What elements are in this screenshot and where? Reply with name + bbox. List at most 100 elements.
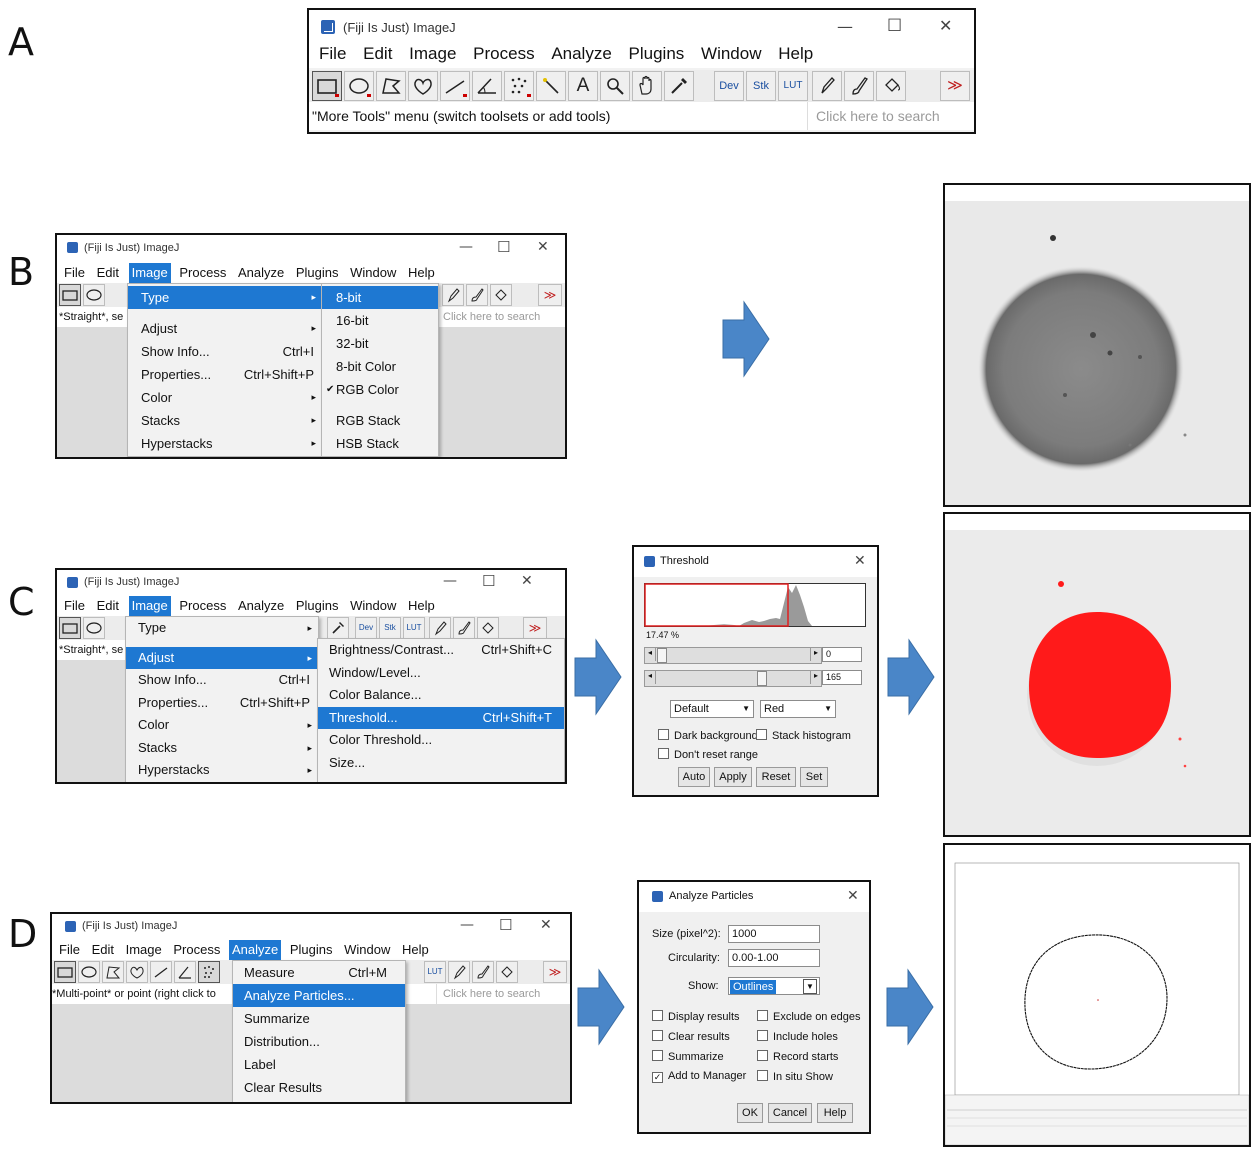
menu-plugins[interactable]: Plugins [629, 44, 685, 64]
image-menu-item-adjust[interactable]: Adjust ▸ [128, 317, 322, 340]
brush-tool-icon[interactable] [466, 284, 488, 306]
image-menu-item-properties[interactable]: Properties... Ctrl+Shift+P [126, 692, 318, 715]
flood-fill-tool-icon[interactable] [477, 617, 499, 639]
minimize-icon[interactable]: — [443, 573, 457, 589]
close-icon[interactable]: ✕ [854, 553, 866, 569]
method-select[interactable]: Default ▼ [670, 700, 754, 718]
rectangle-tool-icon[interactable] [312, 71, 342, 101]
type-submenu-item-rgb-stack[interactable]: RGB Stack [322, 409, 438, 432]
polygon-tool-icon[interactable] [102, 961, 124, 983]
line-tool-icon[interactable] [150, 961, 172, 983]
menu-analyze[interactable]: Analyze [551, 44, 611, 64]
brush-tool-icon[interactable] [472, 961, 494, 983]
pencil-tool-icon[interactable] [448, 961, 470, 983]
stk-menu-button[interactable]: Stk [746, 71, 776, 101]
flood-fill-tool-icon[interactable] [496, 961, 518, 983]
menu-file[interactable]: File [59, 940, 80, 960]
max-threshold-slider[interactable]: ◂ ▸ [644, 670, 822, 687]
text-tool-icon[interactable]: A [568, 71, 598, 101]
set-button[interactable]: Set [800, 767, 828, 787]
menu-edit[interactable]: Edit [97, 596, 119, 616]
menu-window[interactable]: Window [701, 44, 761, 64]
type-submenu-item-8-bit[interactable]: 8-bit [322, 286, 438, 309]
adjust-submenu-item-brightness-contrast[interactable]: Brightness/Contrast... Ctrl+Shift+C [318, 639, 564, 662]
cancel-button[interactable]: Cancel [768, 1103, 812, 1123]
multipoint-tool-icon[interactable] [198, 961, 220, 983]
display-select[interactable]: Red ▼ [760, 700, 836, 718]
menu-window[interactable]: Window [350, 263, 396, 283]
stk-menu-button[interactable]: Stk [379, 617, 401, 639]
menu-image[interactable]: Image [409, 44, 456, 64]
in-situ-show-checkbox[interactable]: In situ Show [757, 1070, 833, 1083]
menu-help[interactable]: Help [778, 44, 813, 64]
max-threshold-input[interactable]: 165 [822, 670, 862, 685]
minimize-icon[interactable]: — [459, 239, 473, 255]
adjust-submenu-item-window-level[interactable]: Window/Level... [318, 662, 564, 685]
add-to-manager-checkbox[interactable]: ✓ Add to Manager [652, 1070, 746, 1083]
help-button[interactable]: Help [817, 1103, 853, 1123]
menu-window[interactable]: Window [350, 596, 396, 616]
type-submenu-item-32-bit[interactable]: 32-bit [322, 332, 438, 355]
polygon-tool-icon[interactable] [376, 71, 406, 101]
adjust-submenu-item-color-balance[interactable]: Color Balance... [318, 684, 564, 707]
lut-menu-button[interactable]: LUT [778, 71, 808, 101]
menu-process[interactable]: Process [473, 44, 534, 64]
image-menu-item-stacks[interactable]: Stacks ▸ [126, 737, 318, 760]
maximize-icon[interactable]: ☐ [499, 916, 512, 934]
menu-process[interactable]: Process [173, 940, 220, 960]
menu-plugins[interactable]: Plugins [290, 940, 333, 960]
oval-tool-icon[interactable] [83, 617, 105, 639]
min-threshold-slider[interactable]: ◂ ▸ [644, 647, 822, 664]
menu-edit[interactable]: Edit [363, 44, 392, 64]
zoom-tool-icon[interactable] [600, 71, 630, 101]
type-submenu-item-8-bit-color[interactable]: 8-bit Color [322, 355, 438, 378]
search-input[interactable]: Click here to search [807, 102, 974, 130]
analyze-menu-item-clear-results[interactable]: Clear Results [233, 1076, 405, 1099]
summarize-checkbox[interactable]: Summarize [652, 1050, 724, 1063]
menu-plugins[interactable]: Plugins [296, 263, 339, 283]
include-holes-checkbox[interactable]: Include holes [757, 1030, 838, 1043]
menu-process[interactable]: Process [179, 263, 226, 283]
menu-image[interactable]: Image [126, 940, 162, 960]
minimize-icon[interactable]: — [460, 917, 474, 933]
close-icon[interactable]: ✕ [537, 239, 549, 255]
ok-button[interactable]: OK [737, 1103, 763, 1123]
freehand-tool-icon[interactable] [126, 961, 148, 983]
close-icon[interactable]: ✕ [847, 888, 859, 904]
menu-file[interactable]: File [64, 596, 85, 616]
flood-fill-tool-icon[interactable] [876, 71, 906, 101]
wand-tool-icon[interactable] [536, 71, 566, 101]
dev-menu-button[interactable]: Dev [355, 617, 377, 639]
image-menu-item-show-info[interactable]: Show Info... Ctrl+I [126, 669, 318, 692]
show-select[interactable]: Outlines ▼ [728, 977, 820, 995]
menu-file[interactable]: File [64, 263, 85, 283]
dark-background-checkbox[interactable]: Dark background [658, 729, 758, 742]
pencil-tool-icon[interactable] [429, 617, 451, 639]
record-starts-checkbox[interactable]: Record starts [757, 1050, 838, 1063]
maximize-icon[interactable]: ☐ [497, 238, 510, 256]
menu-file[interactable]: File [319, 44, 346, 64]
image-menu-item-properties[interactable]: Properties... Ctrl+Shift+P [128, 363, 322, 386]
menu-process[interactable]: Process [179, 596, 226, 616]
rectangle-tool-icon[interactable] [54, 961, 76, 983]
menu-analyze[interactable]: Analyze [238, 596, 284, 616]
apply-button[interactable]: Apply [714, 767, 752, 787]
min-threshold-input[interactable]: 0 [822, 647, 862, 662]
menu-edit[interactable]: Edit [97, 263, 119, 283]
menu-edit[interactable]: Edit [92, 940, 114, 960]
threshold-image-window[interactable] [943, 512, 1251, 837]
more-tools-button[interactable]: ≫ [538, 284, 562, 306]
brush-tool-icon[interactable] [453, 617, 475, 639]
pencil-tool-icon[interactable] [442, 284, 464, 306]
maximize-icon[interactable]: ☐ [887, 16, 902, 36]
angle-tool-icon[interactable] [174, 961, 196, 983]
menu-image[interactable]: Image [128, 263, 171, 283]
stack-histogram-checkbox[interactable]: Stack histogram [756, 729, 851, 742]
analyze-menu-item-analyze-particles[interactable]: Analyze Particles... [233, 984, 405, 1007]
image-menu-item-hyperstacks[interactable]: Hyperstacks ▸ [126, 759, 318, 782]
oval-tool-icon[interactable] [83, 284, 105, 306]
adjust-submenu-item-size[interactable]: Size... [318, 752, 564, 775]
image-menu-item-hyperstacks[interactable]: Hyperstacks ▸ [128, 432, 322, 455]
image-menu-item-adjust[interactable]: Adjust ▸ [126, 646, 318, 669]
search-input[interactable]: Click here to search [437, 307, 565, 327]
